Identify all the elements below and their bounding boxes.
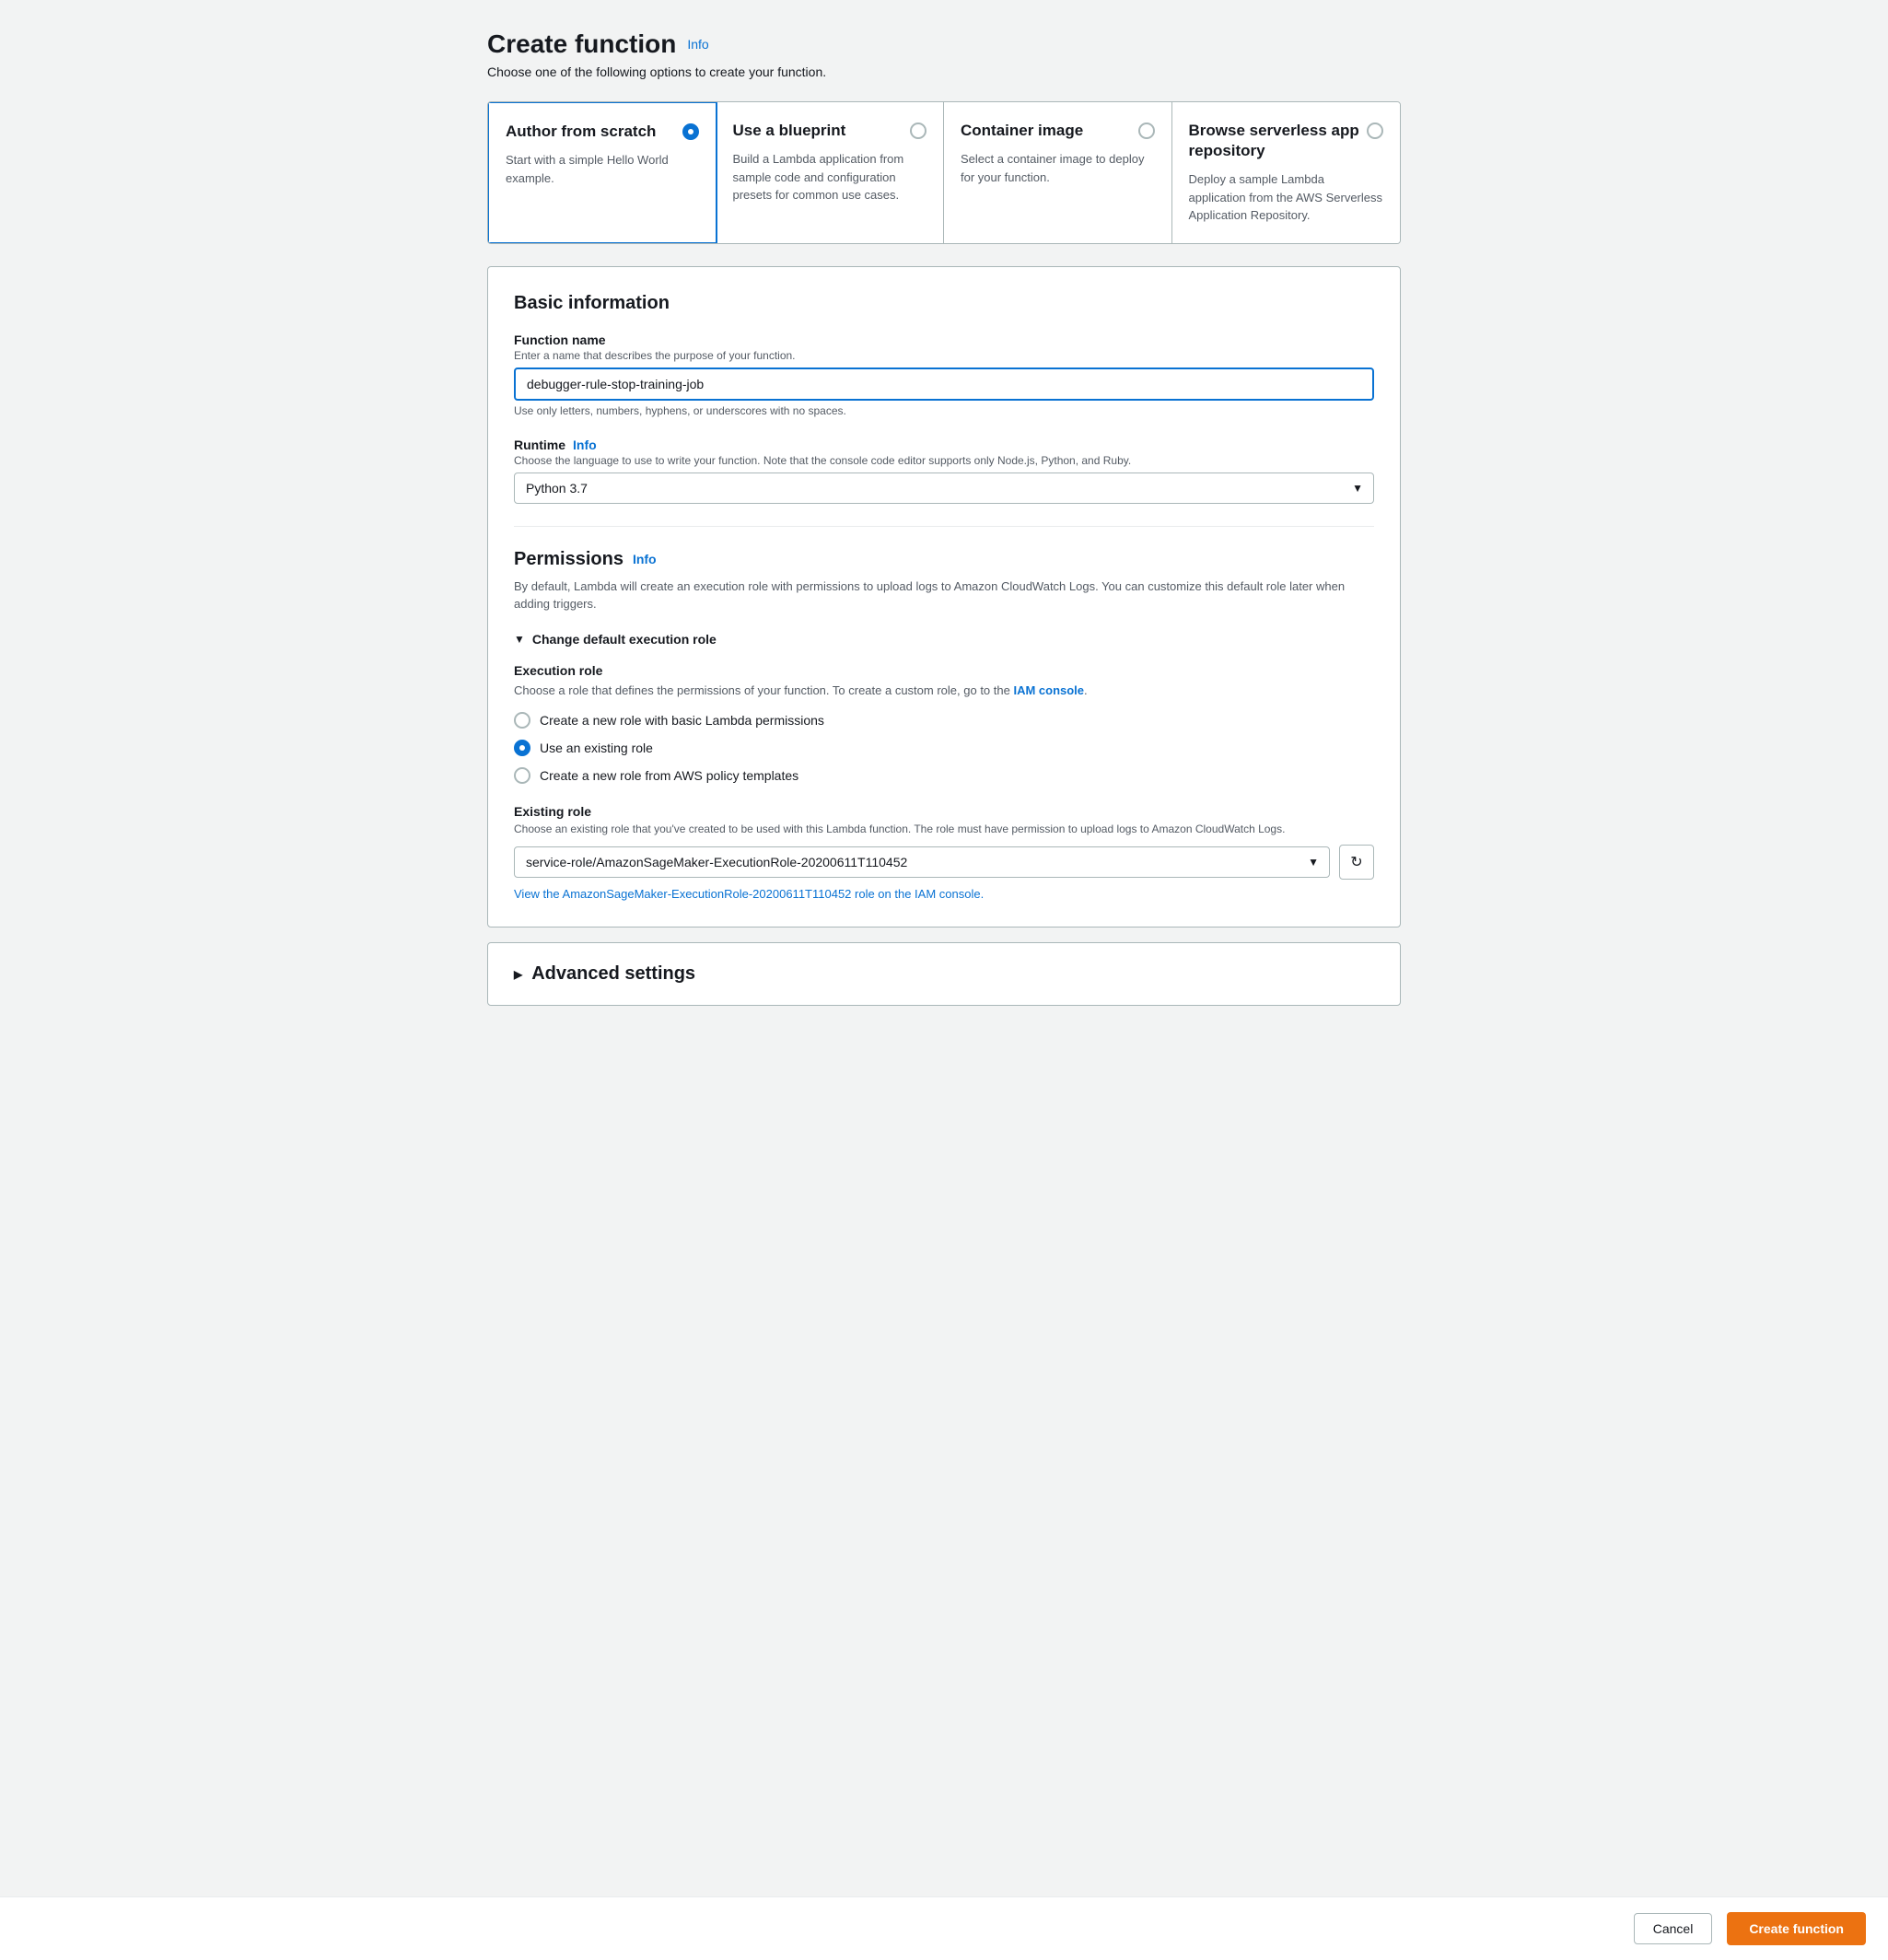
option-card-container-image[interactable]: Container image Select a container image… <box>944 102 1172 243</box>
option-card-header: Author from scratch <box>506 122 699 142</box>
function-name-group: Function name Enter a name that describe… <box>514 332 1374 417</box>
radio-btn-create-new-role[interactable] <box>514 712 530 729</box>
advanced-settings-panel: ▶ Advanced settings <box>487 942 1401 1006</box>
option-card-title: Use a blueprint <box>733 121 846 141</box>
page-info-link[interactable]: Info <box>687 37 708 52</box>
radio-use-existing-role[interactable]: Use an existing role <box>514 740 1374 756</box>
radio-use-blueprint[interactable] <box>910 122 927 139</box>
option-card-browse-serverless[interactable]: Browse serverless app repository Deploy … <box>1172 102 1401 243</box>
execution-role-group: Execution role Choose a role that define… <box>514 663 1374 785</box>
option-card-desc: Select a container image to deploy for y… <box>961 150 1155 186</box>
runtime-label: Runtime Info <box>514 438 1374 452</box>
runtime-group: Runtime Info Choose the language to use … <box>514 438 1374 504</box>
radio-browse-serverless[interactable] <box>1367 122 1383 139</box>
function-name-hint: Enter a name that describes the purpose … <box>514 349 1374 362</box>
basic-info-panel: Basic information Function name Enter a … <box>487 266 1401 928</box>
option-card-title: Author from scratch <box>506 122 656 142</box>
existing-role-hint: Choose an existing role that you've crea… <box>514 821 1374 837</box>
option-card-title: Browse serverless app repository <box>1189 121 1368 161</box>
execution-role-label: Execution role <box>514 663 1374 678</box>
advanced-expand-arrow-icon: ▶ <box>514 968 522 981</box>
option-card-desc: Build a Lambda application from sample c… <box>733 150 927 204</box>
option-card-desc: Deploy a sample Lambda application from … <box>1189 170 1384 225</box>
footer: Cancel Create function <box>0 1896 1888 1960</box>
existing-role-select[interactable]: service-role/AmazonSageMaker-ExecutionRo… <box>514 846 1330 878</box>
refresh-icon: ↻ <box>1350 853 1362 871</box>
function-name-label: Function name <box>514 332 1374 347</box>
radio-author-from-scratch[interactable] <box>682 123 699 140</box>
cancel-button[interactable]: Cancel <box>1634 1913 1713 1944</box>
role-select-row: service-role/AmazonSageMaker-ExecutionRo… <box>514 845 1374 880</box>
expand-arrow-icon: ▼ <box>514 633 525 646</box>
option-card-author-from-scratch[interactable]: Author from scratch Start with a simple … <box>487 101 717 244</box>
section-divider <box>514 526 1374 527</box>
role-select-wrapper: service-role/AmazonSageMaker-ExecutionRo… <box>514 846 1330 878</box>
radio-create-from-policy[interactable]: Create a new role from AWS policy templa… <box>514 767 1374 784</box>
basic-info-title: Basic information <box>514 293 1374 314</box>
permissions-desc: By default, Lambda will create an execut… <box>514 578 1374 613</box>
page-subtitle: Choose one of the following options to c… <box>487 64 1401 79</box>
advanced-settings-toggle[interactable]: ▶ Advanced settings <box>514 963 1374 985</box>
option-card-use-blueprint[interactable]: Use a blueprint Build a Lambda applicati… <box>717 102 945 243</box>
runtime-select[interactable]: Python 3.7 Node.js 14.x Node.js 12.x Jav… <box>514 472 1374 504</box>
permissions-section: Permissions Info By default, Lambda will… <box>514 549 1374 902</box>
permissions-info-link[interactable]: Info <box>633 552 657 566</box>
page-header: Create function Info <box>487 29 1401 59</box>
existing-role-section: Existing role Choose an existing role th… <box>514 804 1374 901</box>
runtime-hint: Choose the language to use to write your… <box>514 454 1374 467</box>
permissions-title: Permissions Info <box>514 549 1374 570</box>
option-card-desc: Start with a simple Hello World example. <box>506 151 699 187</box>
iam-console-link[interactable]: IAM console <box>1013 683 1084 697</box>
execution-role-hint: Choose a role that defines the permissio… <box>514 682 1374 700</box>
page-title: Create function <box>487 29 676 59</box>
change-execution-role-header[interactable]: ▼ Change default execution role <box>514 632 1374 647</box>
option-card-header: Browse serverless app repository <box>1189 121 1384 161</box>
existing-role-label: Existing role <box>514 804 1374 819</box>
runtime-select-wrapper: Python 3.7 Node.js 14.x Node.js 12.x Jav… <box>514 472 1374 504</box>
refresh-roles-button[interactable]: ↻ <box>1339 845 1374 880</box>
radio-btn-use-existing-role[interactable] <box>514 740 530 756</box>
option-card-header: Use a blueprint <box>733 121 927 141</box>
radio-create-new-role[interactable]: Create a new role with basic Lambda perm… <box>514 712 1374 729</box>
radio-container-image[interactable] <box>1138 122 1155 139</box>
function-name-note: Use only letters, numbers, hyphens, or u… <box>514 404 1374 417</box>
radio-btn-create-from-policy[interactable] <box>514 767 530 784</box>
function-name-input[interactable] <box>514 368 1374 401</box>
option-card-title: Container image <box>961 121 1083 141</box>
create-function-button[interactable]: Create function <box>1727 1912 1866 1945</box>
option-cards-container: Author from scratch Start with a simple … <box>487 101 1401 244</box>
view-role-link[interactable]: View the AmazonSageMaker-ExecutionRole-2… <box>514 887 1374 901</box>
option-card-header: Container image <box>961 121 1155 141</box>
runtime-info-link[interactable]: Info <box>573 438 597 452</box>
